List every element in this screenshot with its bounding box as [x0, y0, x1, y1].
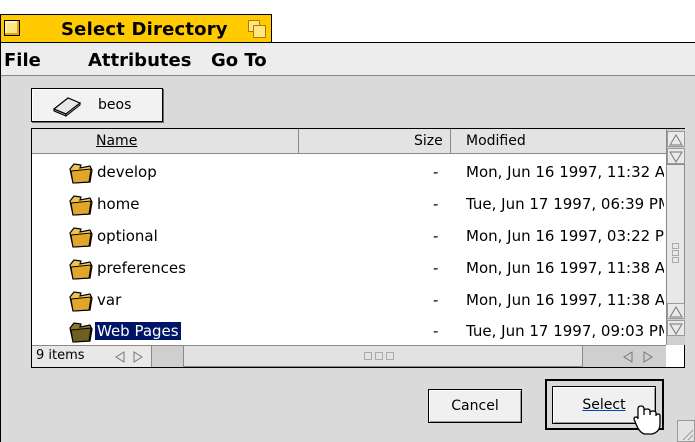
- file-name: preferences: [97, 259, 186, 277]
- list-item[interactable]: optional - Mon, Jun 16 1997, 03:22 PM: [32, 221, 666, 253]
- volume-button[interactable]: beos: [31, 88, 163, 122]
- file-name: Web Pages: [95, 322, 181, 340]
- folder-icon: [69, 227, 93, 248]
- folder-icon: [69, 322, 93, 343]
- folder-icon: [69, 163, 93, 184]
- column-divider[interactable]: [298, 129, 299, 154]
- file-name: optional: [97, 227, 158, 245]
- window-title-tab[interactable]: Select Directory: [0, 14, 272, 43]
- folder-icon: [69, 195, 93, 216]
- scroll-down-icon[interactable]: [667, 320, 685, 336]
- menu-bar: File Attributes Go To: [1, 43, 695, 76]
- file-size: -: [433, 163, 439, 181]
- folder-icon: [69, 259, 93, 280]
- column-size[interactable]: Size: [414, 133, 443, 149]
- volume-label: beos: [98, 97, 132, 113]
- scroll-left-right-icon[interactable]: [619, 350, 659, 364]
- file-size: -: [433, 291, 439, 309]
- list-item[interactable]: var - Mon, Jun 16 1997, 11:38 AM: [32, 285, 666, 317]
- file-size: -: [433, 259, 439, 277]
- zoom-box-icon[interactable]: [247, 19, 267, 39]
- list-item[interactable]: preferences - Mon, Jun 16 1997, 11:38 AM: [32, 253, 666, 285]
- menu-attributes[interactable]: Attributes: [88, 50, 191, 71]
- file-modified: Mon, Jun 16 1997, 03:22 PM: [466, 227, 664, 245]
- file-modified: Tue, Jun 17 1997, 06:39 PM: [466, 195, 664, 213]
- item-count-box: 9 items: [32, 345, 152, 367]
- column-name[interactable]: Name: [96, 133, 137, 149]
- list-item[interactable]: home - Tue, Jun 17 1997, 06:39 PM: [32, 189, 666, 221]
- list-item[interactable]: develop - Mon, Jun 16 1997, 11:32 AM: [32, 157, 666, 189]
- resize-grip-icon[interactable]: [677, 420, 695, 442]
- cancel-button[interactable]: Cancel: [428, 389, 522, 423]
- hand-cursor-icon: [633, 405, 661, 435]
- column-divider[interactable]: [450, 129, 451, 154]
- window-title: Select Directory: [61, 19, 228, 40]
- column-header: Name Size Modified: [32, 129, 666, 154]
- file-name: develop: [97, 163, 157, 181]
- column-modified[interactable]: Modified: [466, 133, 526, 149]
- scroll-up-icon[interactable]: [667, 303, 685, 319]
- file-size: -: [433, 227, 439, 245]
- item-count: 9 items: [36, 348, 85, 363]
- menu-file[interactable]: File: [4, 50, 41, 71]
- file-name: home: [97, 195, 140, 213]
- file-size: -: [433, 322, 439, 340]
- close-box-icon[interactable]: [4, 20, 20, 36]
- file-name: var: [97, 291, 122, 309]
- menu-go-to[interactable]: Go To: [211, 50, 267, 71]
- file-modified: Mon, Jun 16 1997, 11:32 AM: [466, 163, 664, 181]
- file-modified: Mon, Jun 16 1997, 11:38 AM: [466, 259, 664, 277]
- file-modified: Mon, Jun 16 1997, 11:38 AM: [466, 291, 664, 309]
- select-button-label: Select: [582, 397, 626, 413]
- disk-icon: [52, 97, 82, 117]
- horizontal-scroll-arrows[interactable]: [583, 345, 666, 367]
- file-size: -: [433, 195, 439, 213]
- scroll-arrows-icon[interactable]: [112, 350, 148, 364]
- vertical-scroll-thumb[interactable]: [666, 164, 685, 304]
- horizontal-scroll-thumb[interactable]: [183, 345, 583, 367]
- scroll-up-icon[interactable]: [667, 131, 685, 147]
- scroll-down-icon[interactable]: [667, 148, 685, 164]
- list-item-selected[interactable]: Web Pages - Tue, Jun 17 1997, 09:03 PM: [32, 316, 666, 348]
- file-modified: Tue, Jun 17 1997, 09:03 PM: [466, 322, 664, 340]
- folder-icon: [69, 291, 93, 312]
